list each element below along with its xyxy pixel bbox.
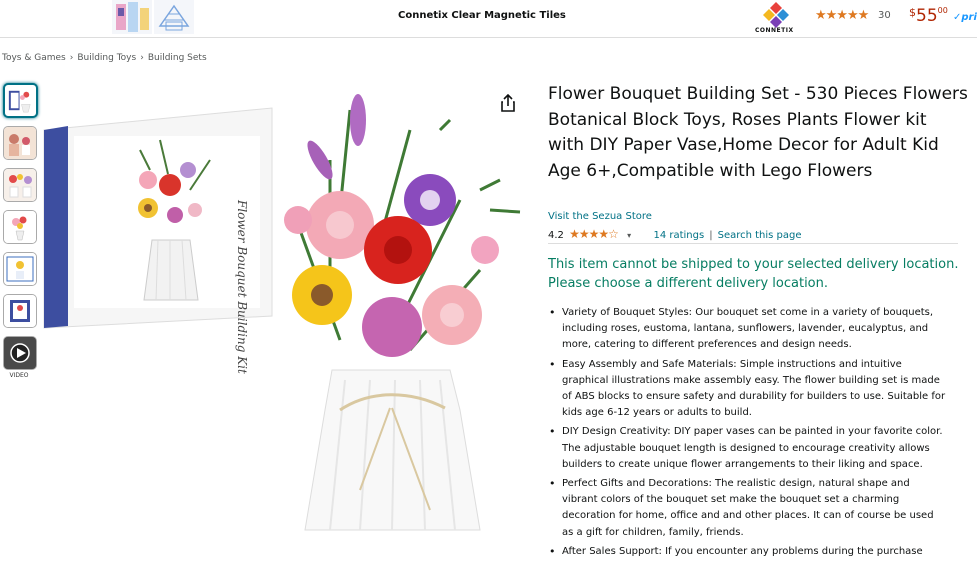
ad-rating-stars-icon[interactable]: ★★★★★ [815, 8, 869, 23]
thumbnail-1[interactable] [3, 83, 38, 118]
main-product-image[interactable]: Flower Bouquet Building Kit [40, 90, 530, 560]
thumbnail-2[interactable] [3, 126, 37, 160]
share-icon[interactable] [500, 93, 516, 112]
thumbnail-4[interactable] [3, 210, 37, 244]
image-thumbnails: VIDEO [3, 83, 39, 379]
list-item: DIY Design Creativity: DIY paper vases c… [548, 424, 948, 473]
brand-name: CONNETIX [755, 27, 794, 34]
sponsored-banner[interactable]: Connetix Clear Magnetic Tiles CONNETIX ★… [0, 0, 977, 38]
chevron-down-icon[interactable]: ▾ [627, 231, 631, 240]
breadcrumb: Toys & Games › Building Toys › Building Sets [2, 53, 207, 63]
rating-value: 4.2 [548, 230, 564, 241]
list-item: Variety of Bouquet Styles: Our bouquet s… [548, 305, 948, 354]
feature-bullets: Variety of Bouquet Styles: Our bouquet s… [548, 305, 948, 563]
breadcrumb-item-building-toys[interactable]: Building Toys [77, 53, 136, 63]
divider [548, 243, 958, 244]
thumbnail-5[interactable] [3, 252, 37, 286]
store-link[interactable]: Visit the Sezua Store [548, 211, 652, 222]
box-title: Flower Bouquet Building Kit [235, 199, 249, 374]
ad-price: $5500 [909, 6, 948, 26]
price-fraction: 00 [937, 6, 948, 15]
bouquet-illustration [284, 94, 521, 531]
ad-title[interactable]: Connetix Clear Magnetic Tiles [398, 10, 566, 21]
prime-badge: ✓prim [953, 12, 977, 23]
breadcrumb-item-building-sets[interactable]: Building Sets [148, 53, 207, 63]
video-label: VIDEO [9, 372, 29, 379]
shipping-availability-message: This item cannot be shipped to your sele… [548, 257, 959, 291]
breadcrumb-separator: › [69, 53, 74, 63]
breadcrumb-item-toys-games[interactable]: Toys & Games [2, 53, 66, 63]
ratings-count-link[interactable]: 14 ratings [653, 230, 704, 241]
separator: | [709, 230, 713, 241]
thumbnail-video[interactable] [3, 336, 37, 370]
list-item: Easy Assembly and Safe Materials: Simple… [548, 357, 948, 422]
thumbnail-6[interactable] [3, 294, 37, 328]
price-whole: 55 [916, 6, 938, 26]
breadcrumb-separator: › [140, 53, 144, 63]
ad-product-image-1[interactable] [112, 0, 152, 34]
rating-row: 4.2 ★★★★☆ ▾ 14 ratings | Search this page [548, 227, 802, 241]
list-item: After Sales Support: If you encounter an… [548, 544, 948, 560]
list-item: Perfect Gifts and Decorations: The reali… [548, 476, 948, 541]
product-title: Flower Bouquet Building Set - 530 Pieces… [548, 84, 968, 181]
ad-rating-count[interactable]: 30 [878, 10, 891, 21]
ad-product-image-2[interactable] [154, 0, 194, 34]
thumbnail-3[interactable] [3, 168, 37, 202]
rating-stars-icon[interactable]: ★★★★☆ [569, 227, 619, 241]
price-symbol: $ [909, 6, 916, 19]
search-page-link[interactable]: Search this page [718, 230, 802, 241]
